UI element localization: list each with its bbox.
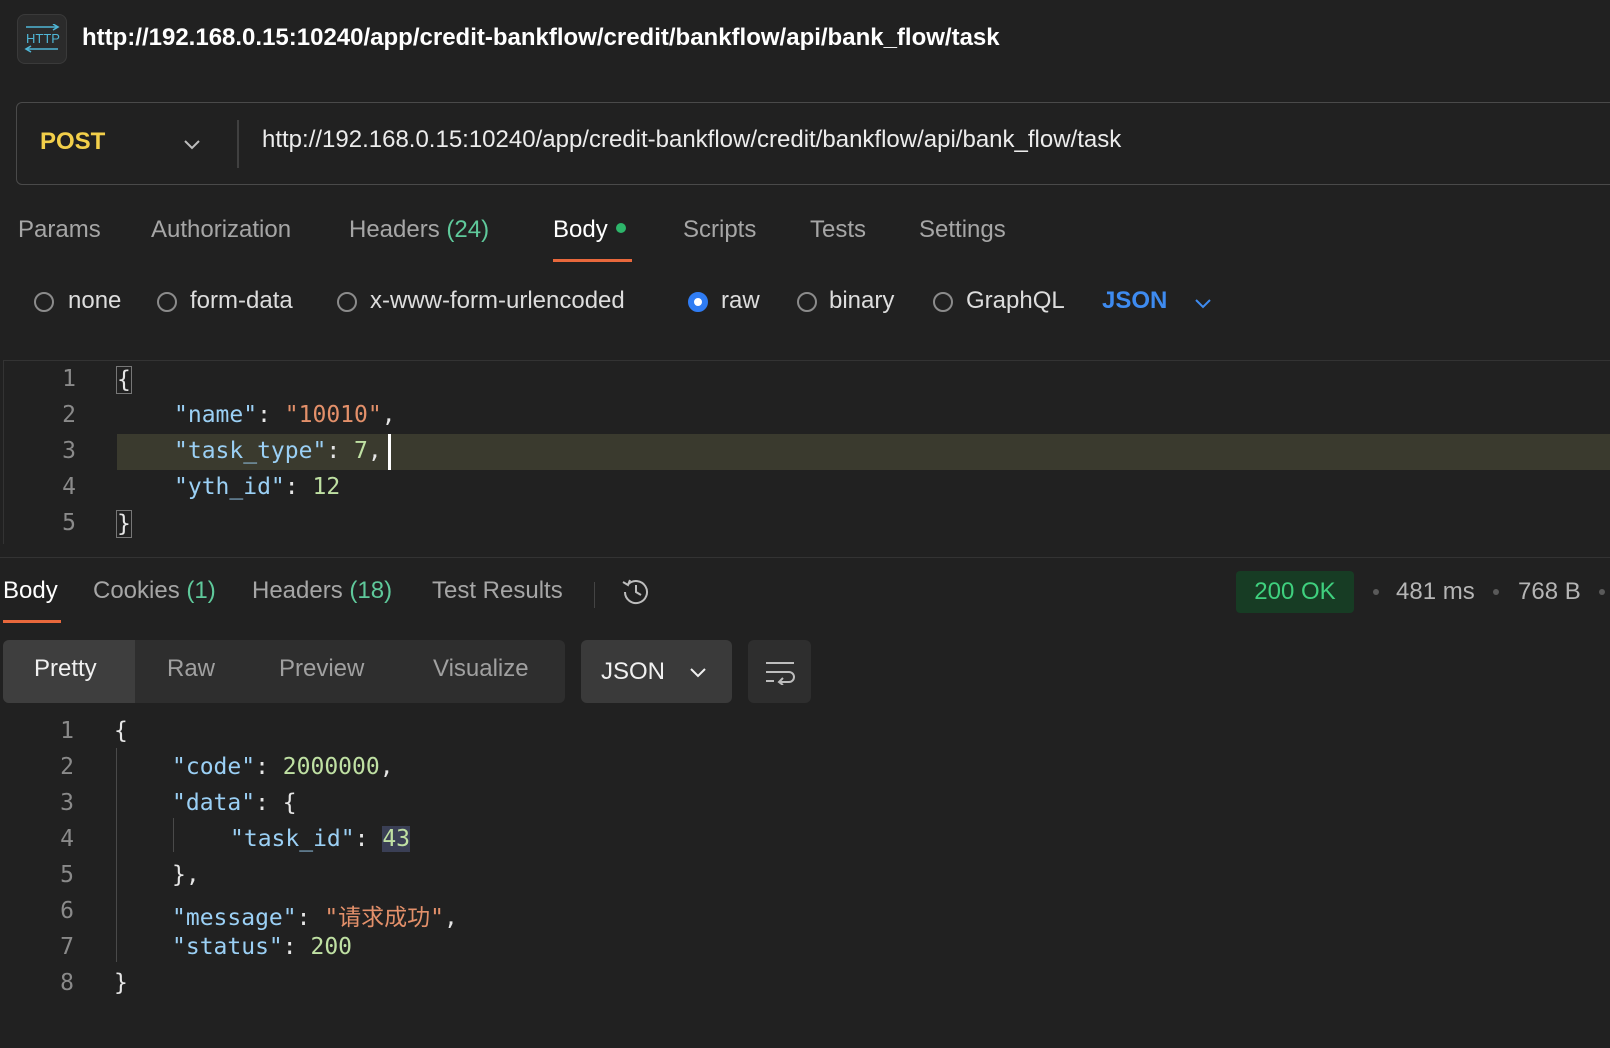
tab-tests[interactable]: Tests bbox=[810, 216, 866, 244]
line-number: 3 bbox=[62, 438, 76, 464]
response-tab-headers[interactable]: Headers (18) bbox=[252, 577, 392, 605]
http-icon: HTTP bbox=[17, 14, 67, 64]
radio-binary[interactable] bbox=[797, 292, 817, 312]
line-number: 5 bbox=[60, 862, 74, 888]
line-number: 3 bbox=[60, 790, 74, 816]
code-line: "code": 2000000, bbox=[172, 754, 394, 780]
meta-separator bbox=[1599, 589, 1605, 595]
code-line: "task_id": 43 bbox=[230, 826, 411, 852]
http-badge-text: HTTP bbox=[26, 31, 60, 46]
active-tab-underline bbox=[553, 259, 632, 262]
view-raw[interactable]: Raw bbox=[167, 655, 215, 683]
tab-headers[interactable]: Headers (24) bbox=[349, 216, 489, 244]
radio-none[interactable] bbox=[34, 292, 54, 312]
radio-form-data-label[interactable]: form-data bbox=[190, 287, 293, 315]
tab-scripts[interactable]: Scripts bbox=[683, 216, 756, 244]
indent-guide bbox=[173, 818, 174, 852]
indent-guide bbox=[116, 748, 117, 962]
tab-body-label: Body bbox=[553, 216, 608, 243]
history-icon[interactable] bbox=[619, 575, 653, 614]
modified-dot bbox=[615, 222, 626, 233]
chevron-down-icon bbox=[687, 661, 709, 683]
tab-headers-count: (24) bbox=[446, 216, 490, 243]
response-size[interactable]: 768 B bbox=[1518, 578, 1581, 606]
radio-raw[interactable] bbox=[688, 292, 708, 312]
response-tab-test-results[interactable]: Test Results bbox=[432, 577, 563, 605]
response-tab-body[interactable]: Body bbox=[3, 577, 58, 605]
chevron-down-icon[interactable] bbox=[180, 132, 204, 161]
response-time[interactable]: 481 ms bbox=[1396, 578, 1475, 606]
radio-none-label[interactable]: none bbox=[68, 287, 121, 315]
code-line: "yth_id": 12 bbox=[174, 474, 341, 500]
line-number: 2 bbox=[62, 402, 76, 428]
wrap-lines-icon bbox=[764, 659, 796, 685]
view-visualize[interactable]: Visualize bbox=[433, 655, 529, 683]
line-number: 1 bbox=[60, 718, 74, 744]
line-number: 1 bbox=[62, 366, 76, 392]
tab-body[interactable]: Body bbox=[553, 216, 626, 244]
code-line: { bbox=[114, 718, 128, 744]
line-number: 5 bbox=[62, 510, 76, 536]
status-badge[interactable]: 200 OK bbox=[1236, 571, 1354, 613]
line-number: 6 bbox=[60, 898, 74, 924]
radio-form-data[interactable] bbox=[157, 292, 177, 312]
chevron-down-icon[interactable] bbox=[1192, 292, 1214, 319]
wrap-lines-button[interactable] bbox=[748, 640, 811, 703]
method-selector[interactable]: POST bbox=[40, 128, 105, 156]
pane-divider[interactable] bbox=[0, 557, 1610, 558]
meta-separator bbox=[1373, 589, 1379, 595]
radio-urlencoded-label[interactable]: x-www-form-urlencoded bbox=[370, 287, 625, 315]
url-input[interactable] bbox=[262, 126, 1562, 154]
code-line: "task_type": 7, bbox=[174, 438, 382, 464]
view-preview[interactable]: Preview bbox=[279, 655, 364, 683]
radio-graphql[interactable] bbox=[933, 292, 953, 312]
radio-raw-label[interactable]: raw bbox=[721, 287, 760, 315]
tab-params[interactable]: Params bbox=[18, 216, 101, 244]
url-divider bbox=[237, 120, 239, 168]
code-line: { bbox=[116, 366, 132, 394]
radio-urlencoded[interactable] bbox=[337, 292, 357, 312]
code-line: } bbox=[114, 970, 128, 996]
tab-separator bbox=[594, 582, 595, 608]
line-number: 4 bbox=[62, 474, 76, 500]
radio-graphql-label[interactable]: GraphQL bbox=[966, 287, 1065, 315]
radio-binary-label[interactable]: binary bbox=[829, 287, 894, 315]
code-line: "message": "请求成功", bbox=[172, 905, 458, 931]
active-response-tab-underline bbox=[3, 620, 61, 623]
meta-separator bbox=[1493, 589, 1499, 595]
view-pretty[interactable]: Pretty bbox=[34, 655, 97, 683]
line-number: 7 bbox=[60, 934, 74, 960]
code-line: "name": "10010", bbox=[174, 402, 396, 428]
line-number: 4 bbox=[60, 826, 74, 852]
response-format-label: JSON bbox=[601, 657, 666, 685]
code-line: "data": { bbox=[172, 790, 297, 816]
request-title[interactable]: http://192.168.0.15:10240/app/credit-ban… bbox=[82, 24, 1000, 52]
text-cursor bbox=[388, 434, 391, 470]
response-tab-cookies[interactable]: Cookies (1) bbox=[93, 577, 216, 605]
tab-settings[interactable]: Settings bbox=[919, 216, 1006, 244]
raw-type-selector[interactable]: JSON bbox=[1102, 287, 1167, 315]
response-format-selector[interactable]: JSON bbox=[581, 640, 732, 703]
line-number: 8 bbox=[60, 970, 74, 996]
code-line: }, bbox=[172, 862, 200, 888]
tab-headers-label: Headers bbox=[349, 216, 440, 243]
line-number: 2 bbox=[60, 754, 74, 780]
code-line: "status": 200 bbox=[172, 934, 353, 960]
tab-authorization[interactable]: Authorization bbox=[151, 216, 291, 244]
code-line: } bbox=[116, 510, 132, 538]
